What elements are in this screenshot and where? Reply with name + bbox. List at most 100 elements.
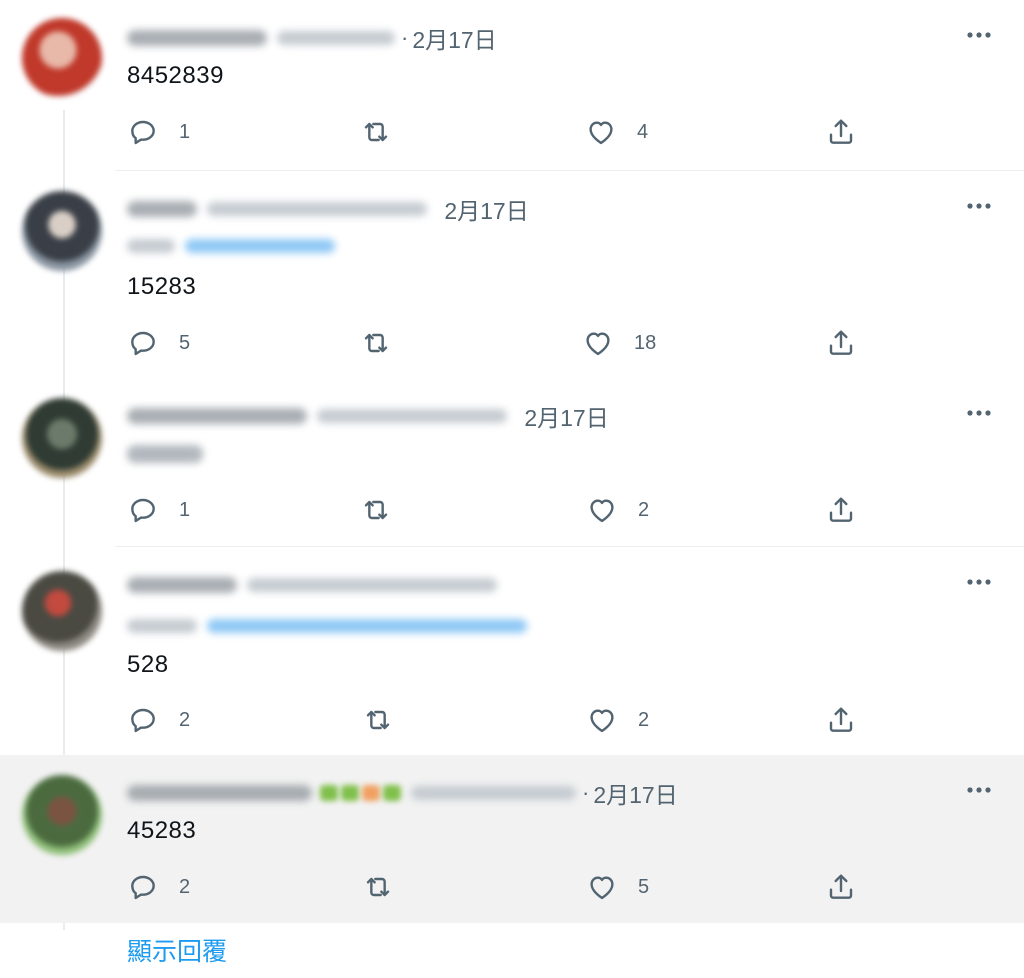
avatar[interactable] (22, 398, 102, 478)
flag-emoji (341, 785, 359, 801)
heart-icon (590, 709, 614, 733)
tweet-header: · 2月17日 (127, 193, 529, 225)
avatar[interactable] (22, 571, 102, 651)
replying-to-label (127, 619, 197, 633)
tweet-text: 528 (127, 651, 169, 678)
heart-icon (590, 876, 614, 900)
display-name[interactable] (127, 577, 237, 593)
share-icon (829, 330, 853, 355)
avatar[interactable] (22, 191, 102, 271)
reply-icon (131, 875, 155, 900)
share-button[interactable] (825, 490, 857, 530)
retweet-icon (366, 710, 390, 730)
tweet-text-blurred (127, 445, 203, 463)
reply-count: 2 (179, 875, 191, 898)
tweet-text: 15283 (127, 273, 197, 300)
like-button[interactable]: 2 (586, 700, 649, 740)
user-handle[interactable] (207, 202, 427, 216)
tweet-date[interactable]: 2月17日 (412, 21, 496, 55)
user-handle[interactable] (317, 409, 507, 423)
reply-count: 1 (179, 120, 191, 143)
more-options-icon[interactable] (964, 567, 994, 597)
heart-icon (586, 332, 610, 356)
tweet[interactable]: · 2月17日 8452839 1 4 (0, 0, 1024, 170)
reply-icon (131, 120, 155, 145)
share-icon (829, 119, 853, 144)
flag-emoji (362, 785, 380, 801)
mention-link[interactable] (185, 239, 335, 253)
reply-icon (131, 498, 155, 523)
heart-icon (589, 121, 613, 145)
tweet[interactable]: · 2月17日 15283 5 18 (0, 171, 1024, 378)
tweet-highlighted[interactable]: · 2月17日 45283 2 5 (0, 755, 1024, 923)
retweet-button[interactable] (362, 700, 394, 740)
user-handle[interactable] (247, 578, 497, 592)
retweet-button[interactable] (360, 112, 392, 152)
share-button[interactable] (825, 323, 857, 363)
user-handle[interactable] (277, 31, 395, 45)
tweet-actions: 5 18 (0, 323, 1024, 363)
flag-emoji (383, 785, 401, 801)
display-name[interactable] (127, 201, 197, 217)
tweet-date[interactable]: 2月17日 (593, 776, 677, 810)
share-icon (829, 874, 853, 899)
like-button[interactable]: 4 (585, 112, 648, 152)
share-icon (829, 497, 853, 522)
mention-links[interactable] (207, 619, 527, 633)
like-button[interactable]: 5 (586, 867, 649, 907)
share-button[interactable] (825, 867, 857, 907)
avatar[interactable] (22, 18, 102, 98)
reply-count: 5 (179, 331, 191, 354)
tweet-actions: 1 2 (0, 490, 1024, 530)
reply-icon (131, 708, 155, 733)
like-button[interactable]: 18 (582, 323, 656, 363)
retweet-button[interactable] (362, 867, 394, 907)
display-name[interactable] (127, 408, 307, 424)
retweet-icon (366, 877, 390, 897)
replying-to (127, 613, 527, 639)
share-button[interactable] (825, 700, 857, 740)
reply-button[interactable]: 1 (127, 490, 190, 530)
like-count: 2 (638, 498, 650, 521)
tweet-actions: 1 4 (0, 112, 1024, 152)
more-options-icon[interactable] (964, 775, 994, 805)
tweet-header: · 2月17日 (127, 777, 678, 809)
separator-dot: · (401, 25, 409, 50)
separator-dot: · (433, 196, 440, 222)
reply-button[interactable]: 2 (127, 867, 190, 907)
tweet-actions: 2 2 (0, 700, 1024, 740)
display-name[interactable] (127, 30, 267, 46)
tweet-date[interactable]: 2月17日 (444, 192, 528, 226)
like-count: 18 (634, 331, 657, 354)
tweet-header: · 2月17日 (127, 400, 609, 432)
retweet-button[interactable] (360, 490, 392, 530)
retweet-icon (364, 122, 388, 142)
retweet-icon (364, 500, 388, 520)
heart-icon (590, 499, 614, 523)
reply-button[interactable]: 1 (127, 112, 190, 152)
user-handle[interactable] (411, 786, 576, 800)
like-count: 2 (638, 708, 650, 731)
show-replies-link[interactable]: 顯示回覆 (127, 932, 227, 968)
avatar[interactable] (22, 775, 102, 855)
like-count: 4 (637, 120, 649, 143)
more-options-icon[interactable] (964, 398, 994, 428)
tweet-header (127, 569, 497, 601)
reply-button[interactable]: 2 (127, 700, 190, 740)
more-options-icon[interactable] (964, 20, 994, 50)
replying-to-label (127, 239, 175, 253)
retweet-button[interactable] (360, 323, 392, 363)
flag-emoji (320, 785, 338, 801)
like-button[interactable]: 2 (586, 490, 649, 530)
reply-button[interactable]: 5 (127, 323, 190, 363)
tweet[interactable]: · 2月17日 1 2 (0, 378, 1024, 546)
display-name[interactable] (127, 785, 312, 801)
more-options-icon[interactable] (964, 191, 994, 221)
reply-count: 1 (179, 498, 191, 521)
share-button[interactable] (825, 112, 857, 152)
like-count: 5 (638, 875, 650, 898)
tweet-text: 8452839 (127, 62, 224, 89)
tweet[interactable]: 528 2 2 (0, 547, 1024, 755)
retweet-icon (364, 333, 388, 353)
tweet-date[interactable]: 2月17日 (524, 399, 608, 433)
